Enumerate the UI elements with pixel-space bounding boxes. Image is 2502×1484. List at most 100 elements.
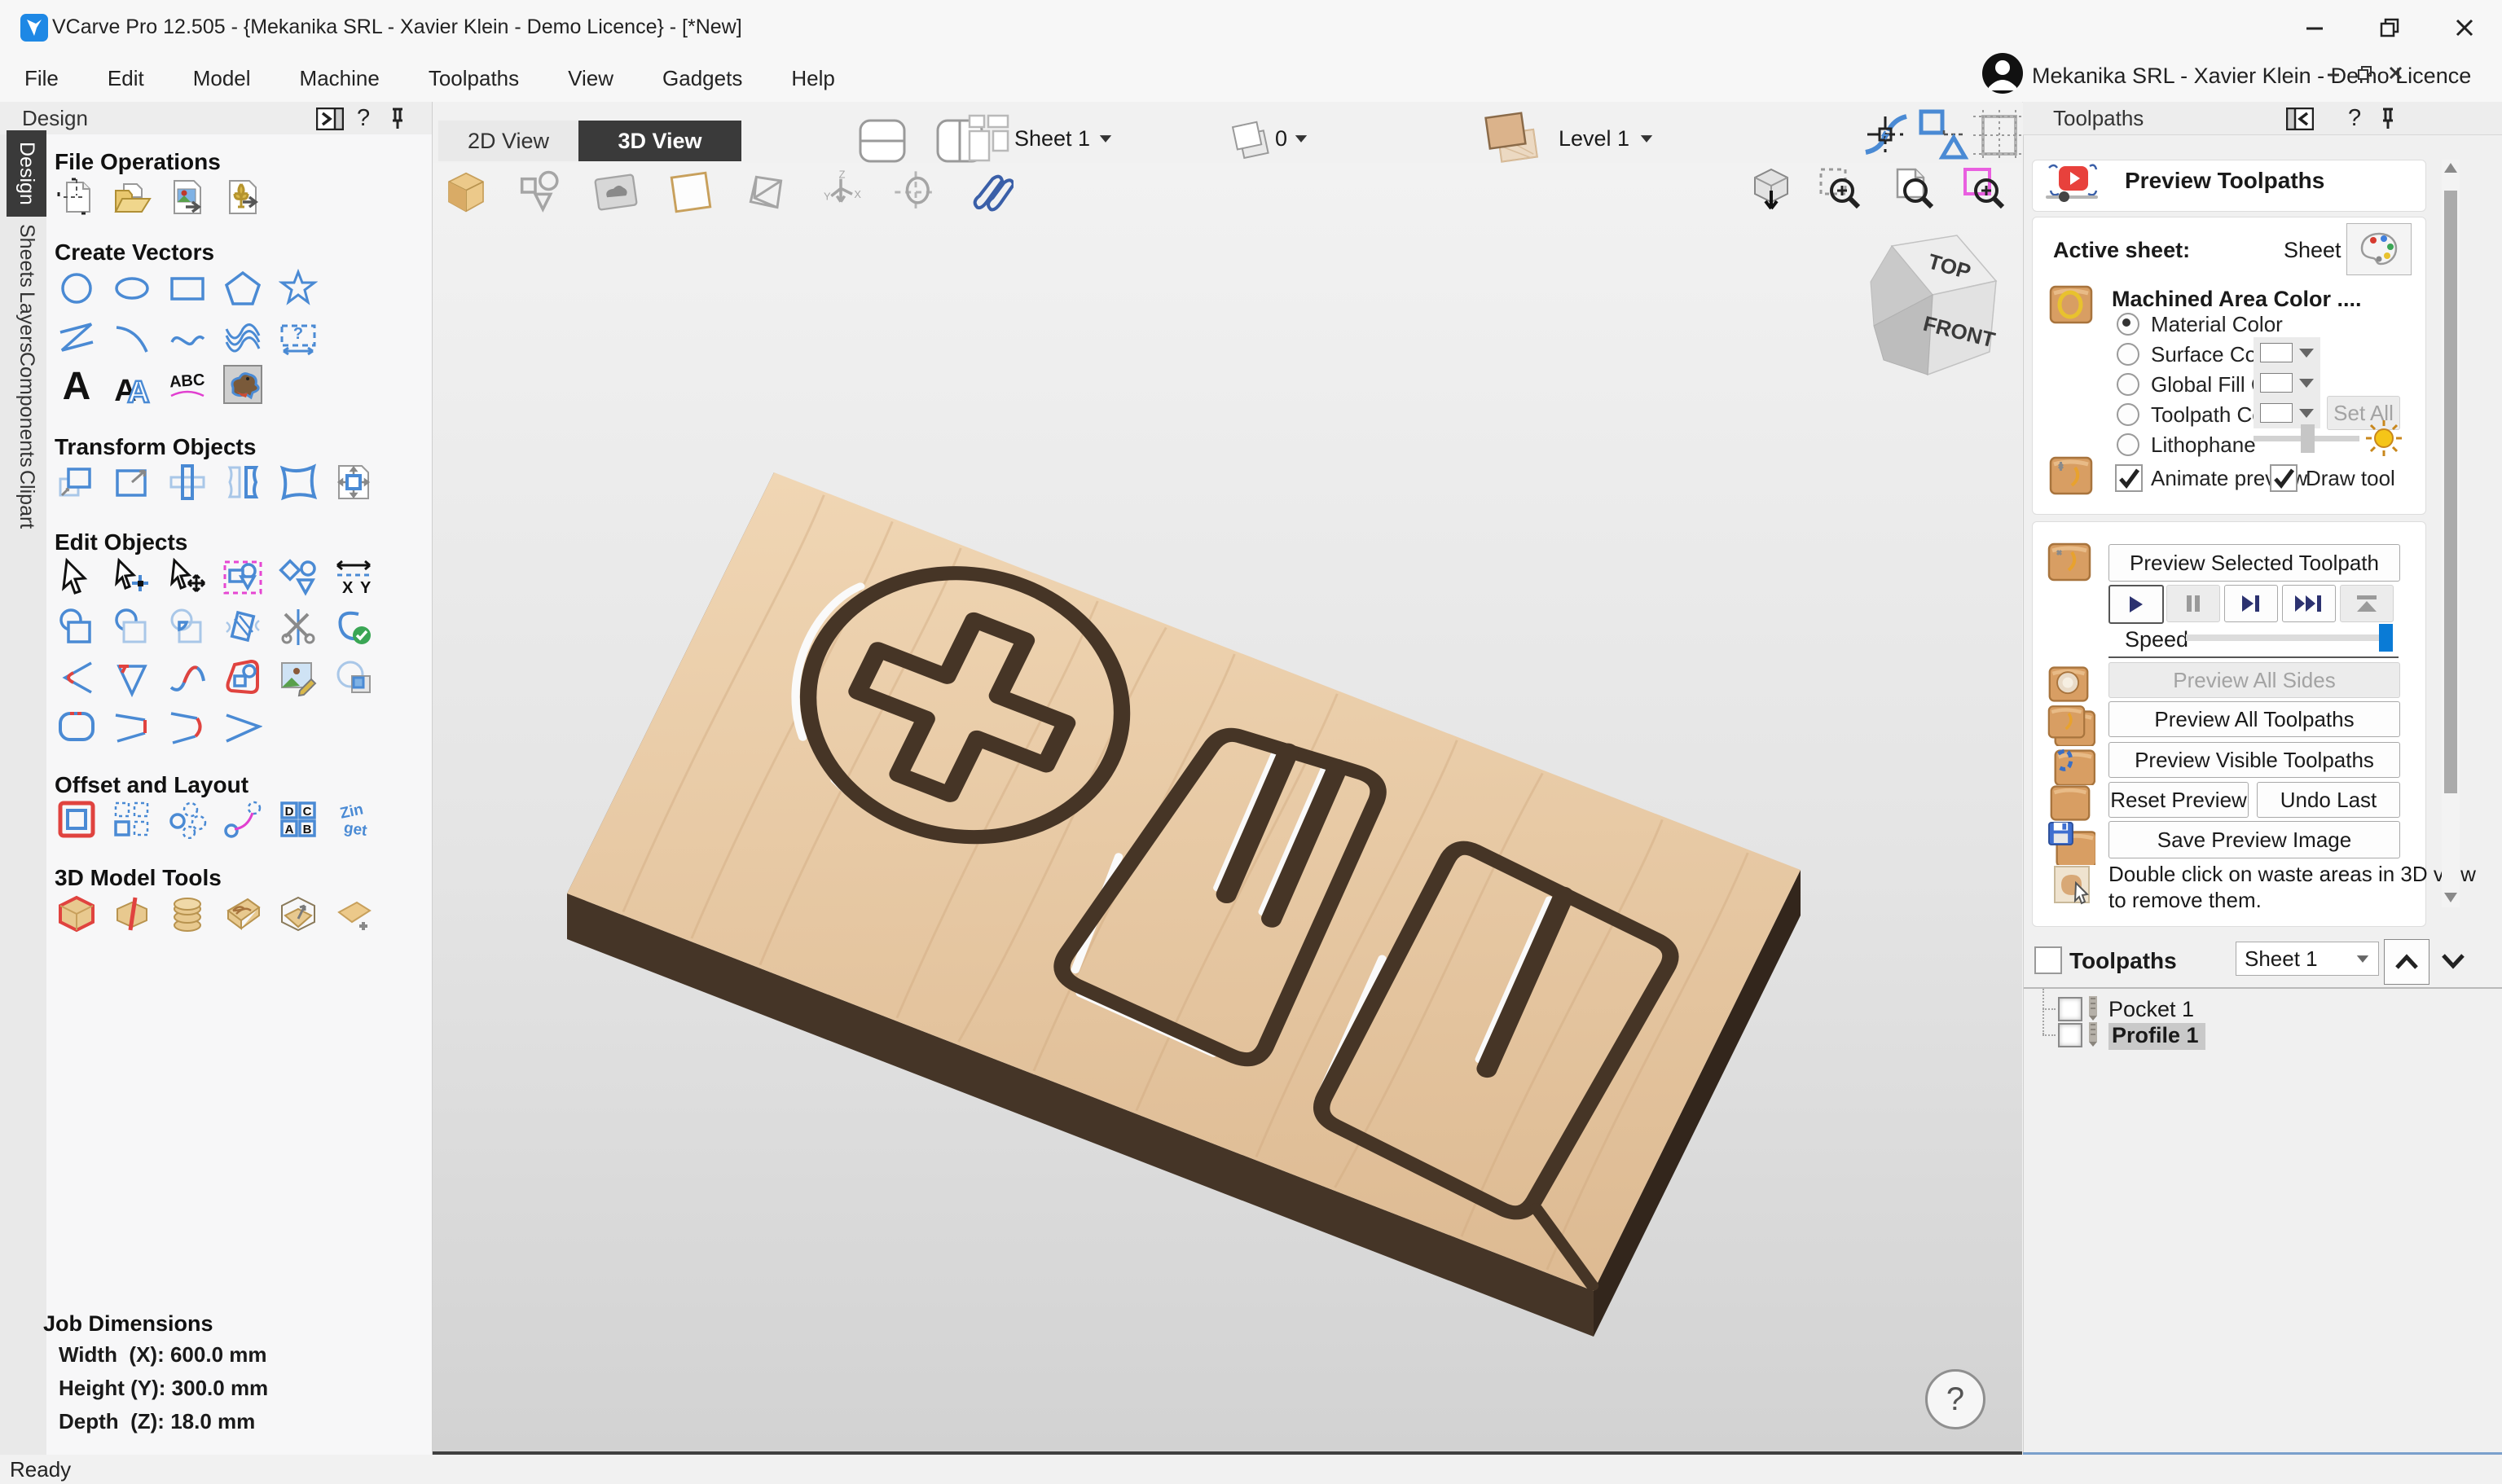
distort-selection-icon[interactable] xyxy=(279,463,318,502)
toggle-bitmaps-icon[interactable] xyxy=(593,169,639,215)
group-objects-icon[interactable] xyxy=(279,557,318,596)
menu-gadgets[interactable]: Gadgets xyxy=(638,55,767,102)
panel-scrollbar[interactable] xyxy=(2442,160,2460,907)
fast-forward-button[interactable] xyxy=(2282,585,2336,622)
menu-file[interactable]: File xyxy=(0,55,83,102)
menu-toolpaths[interactable]: Toolpaths xyxy=(404,55,543,102)
doc-minimize-icon[interactable] xyxy=(2326,65,2342,81)
circular-copy-icon[interactable] xyxy=(168,800,207,839)
radio-toolpath-color[interactable] xyxy=(2117,403,2139,426)
radio-lithophane[interactable] xyxy=(2117,433,2139,456)
preview-all-sides-button[interactable]: Preview All Sides xyxy=(2108,662,2400,698)
snap-grid-icon[interactable] xyxy=(1972,108,2027,160)
radio-global-fill-color[interactable] xyxy=(2117,373,2139,396)
import-bitmap-icon[interactable] xyxy=(168,178,207,217)
subtract-vectors-icon[interactable] xyxy=(112,608,152,647)
edit-picture-icon[interactable] xyxy=(279,658,318,697)
doc-restore-icon[interactable] xyxy=(2357,65,2373,81)
texture-model-icon[interactable] xyxy=(223,894,262,933)
rotate-selection-icon[interactable] xyxy=(168,463,207,502)
3d-view-canvas[interactable]: TOP FRONT xyxy=(432,163,2022,1455)
draw-polygon-icon[interactable] xyxy=(223,269,262,308)
draw-polyline-icon[interactable] xyxy=(57,318,96,357)
menu-view[interactable]: View xyxy=(543,55,638,102)
level-selector[interactable]: Level 1 xyxy=(1559,126,1654,151)
zoom-selection-icon[interactable] xyxy=(1818,166,1863,212)
speed-slider-handle[interactable] xyxy=(2379,624,2393,652)
snap-geometry-icon[interactable] xyxy=(1858,110,1913,160)
sidebar-tab-clipart[interactable]: Clipart xyxy=(7,469,46,529)
stack-slices-icon[interactable] xyxy=(168,894,207,933)
animate-preview-checkbox[interactable] xyxy=(2115,464,2143,492)
toolpaths-help-icon[interactable]: ? xyxy=(2348,105,2361,132)
extend-vector-icon[interactable] xyxy=(223,707,262,746)
chamfer-tool-icon[interactable] xyxy=(112,658,152,697)
lithophane-slider[interactable] xyxy=(2254,436,2359,441)
create-texture-icon[interactable] xyxy=(223,318,262,357)
layer-selector[interactable]: 0 xyxy=(1275,126,1308,151)
import-vectors-icon[interactable] xyxy=(223,178,262,217)
toolpaths-pin-icon[interactable] xyxy=(2379,107,2397,131)
tab-3d-view[interactable]: 3D View xyxy=(578,121,741,161)
slice-model-icon[interactable] xyxy=(112,894,152,933)
select-tool-icon[interactable] xyxy=(57,557,96,596)
surface-color-swatch[interactable] xyxy=(2254,337,2320,368)
doc-close-icon[interactable] xyxy=(2388,65,2404,81)
close-button[interactable] xyxy=(2427,0,2502,55)
pocket1-visibility-checkbox[interactable] xyxy=(2058,997,2082,1021)
radio-material-color[interactable] xyxy=(2117,313,2139,336)
run-to-end-button[interactable] xyxy=(2340,585,2394,622)
trim-vectors-icon[interactable] xyxy=(279,608,318,647)
preview-all-toolpaths-button[interactable]: Preview All Toolpaths xyxy=(2108,701,2400,737)
save-preview-image-button[interactable]: Save Preview Image xyxy=(2108,821,2400,858)
model-boundary-icon[interactable] xyxy=(57,894,96,933)
mirror-selection-icon[interactable] xyxy=(223,463,262,502)
weld-vectors-icon[interactable] xyxy=(57,608,96,647)
fillet-tool-icon[interactable] xyxy=(57,658,96,697)
draw-arc-icon[interactable] xyxy=(112,318,152,357)
toggle-axes-icon[interactable]: ZYX xyxy=(818,169,864,215)
nesting-icon[interactable]: DCAB xyxy=(279,800,318,839)
menu-model[interactable]: Model xyxy=(169,55,275,102)
toolpath-item-profile1[interactable]: Profile 1 xyxy=(2108,1023,2205,1050)
array-copy-icon[interactable] xyxy=(112,800,152,839)
measure-icon[interactable]: XY xyxy=(334,557,373,596)
scroll-up-icon[interactable] xyxy=(2443,161,2458,174)
snap-smart-icon[interactable] xyxy=(1915,108,1970,160)
tabs-tool-icon[interactable] xyxy=(223,658,262,697)
trace-bitmap-icon[interactable] xyxy=(223,365,262,404)
scroll-down-icon[interactable] xyxy=(2443,891,2458,904)
profile1-visibility-checkbox[interactable] xyxy=(2058,1023,2082,1047)
set-size-icon[interactable] xyxy=(334,463,373,502)
scale-selection-icon[interactable] xyxy=(112,463,152,502)
pause-button[interactable] xyxy=(2166,585,2220,622)
dock-right-icon[interactable] xyxy=(316,108,344,130)
dock-left-icon[interactable] xyxy=(2286,108,2314,130)
move-toolpath-down-button[interactable] xyxy=(2431,939,2475,983)
close-with-curve-icon[interactable] xyxy=(168,707,207,746)
node-edit-icon[interactable] xyxy=(112,557,152,596)
toolpaths-sheet-dropdown[interactable]: Sheet 1 xyxy=(2236,942,2379,976)
sidebar-tab-design[interactable]: Design xyxy=(7,130,46,217)
tab-2d-view[interactable]: 2D View xyxy=(438,121,578,161)
text-on-curve-icon[interactable]: ABC xyxy=(168,365,207,404)
menu-help[interactable]: Help xyxy=(767,55,859,102)
lithophane-slider-handle[interactable] xyxy=(2301,424,2315,453)
menu-edit[interactable]: Edit xyxy=(83,55,169,102)
zinger-nesting-icon[interactable]: Zinget xyxy=(334,800,373,839)
join-vectors-icon[interactable] xyxy=(334,608,373,647)
draw-star-icon[interactable] xyxy=(279,269,318,308)
open-file-icon[interactable] xyxy=(112,178,152,217)
convert-text-icon[interactable]: AA xyxy=(112,365,152,404)
zoom-box-icon[interactable] xyxy=(1962,166,2007,212)
speed-slider[interactable] xyxy=(2186,634,2381,641)
split-horizontal-icon[interactable] xyxy=(855,118,909,164)
select-all-vectors-icon[interactable] xyxy=(223,557,262,596)
draw-curve-icon[interactable] xyxy=(168,318,207,357)
draw-tool-checkbox[interactable] xyxy=(2270,464,2298,492)
add-model-icon[interactable] xyxy=(334,894,373,933)
sheet-color-button[interactable] xyxy=(2346,223,2412,275)
toggle-vectors-icon[interactable] xyxy=(518,169,564,215)
sidebar-tab-components[interactable]: Components xyxy=(7,360,46,459)
vector-validator-icon[interactable] xyxy=(223,608,262,647)
